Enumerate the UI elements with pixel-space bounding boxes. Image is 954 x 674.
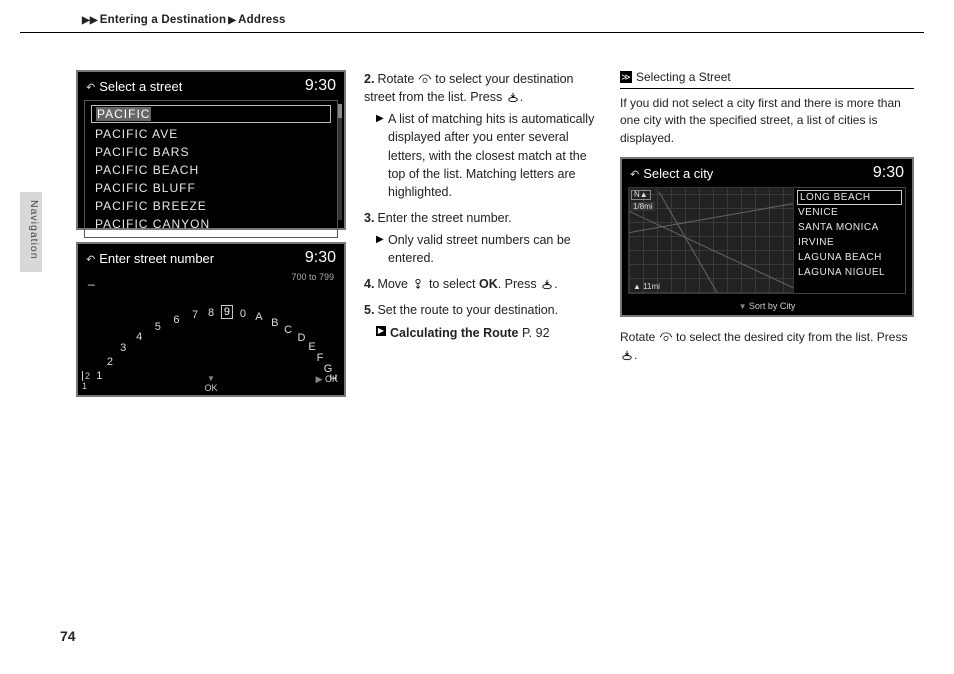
- dial-char: E: [308, 341, 315, 353]
- device2-hint: 700 to 799: [291, 272, 334, 282]
- dial-char: C: [284, 324, 292, 336]
- dial-char: 5: [155, 321, 161, 333]
- device3-title: Select a city: [643, 166, 713, 181]
- dial-char: A: [255, 311, 262, 323]
- device2-cursor: _: [88, 272, 95, 286]
- list-item: PACIFIC BARS: [85, 143, 337, 161]
- triangle-icon: ▶: [376, 233, 388, 267]
- list-item: VENICE: [794, 205, 905, 220]
- step-3-sub: Only valid street numbers can be entered…: [388, 231, 602, 267]
- dial-char: 4: [136, 331, 142, 343]
- device2-ok-bottom: OK: [204, 374, 217, 393]
- device2-left-ticks: 21: [82, 371, 90, 391]
- list-item: PACIFIC BLUFF: [85, 179, 337, 197]
- step-4: 4.Move to select OK. Press .: [364, 275, 602, 293]
- device3-map: N▲ 1/8mi ▲ 11mi: [628, 187, 794, 294]
- device2-clock: 9:30: [305, 249, 336, 267]
- breadcrumb-b: Address: [238, 14, 285, 26]
- device2-title: Enter street number: [99, 251, 214, 266]
- step-2: 2.Rotate to select your destination stre…: [364, 70, 602, 201]
- note-title: ≫ Selecting a Street: [620, 70, 914, 84]
- device2-dial: 1 2 3 4 5 6 7 8 9 0 A B C D E: [78, 303, 344, 381]
- step-5: 5.Set the route to your destination. ▶Ca…: [364, 301, 602, 341]
- press-dial-icon: [620, 349, 634, 361]
- dial-char: D: [297, 332, 305, 344]
- dial-char: 0: [240, 308, 246, 320]
- list-item: PACIFIC BEACH: [85, 161, 337, 179]
- dial-char: 2: [107, 356, 113, 368]
- back-icon: ↶: [86, 254, 95, 266]
- list-item: PACIFIC CANYON: [85, 215, 337, 233]
- device3-footer: Sort by City: [622, 300, 912, 315]
- note-footer: Rotate to select the desired city from t…: [620, 329, 914, 364]
- xref-icon: ▶: [376, 326, 386, 336]
- press-dial-icon: [506, 90, 520, 102]
- device-select-street: ↶ Select a street 9:30 PACIFIC PACIFIC AV…: [76, 70, 346, 230]
- list-item: PACIFIC AVE: [85, 125, 337, 143]
- step-2-sub: A list of matching hits is automatically…: [388, 110, 602, 201]
- scrollbar-icon: [338, 104, 342, 220]
- dial-char: 8: [208, 307, 214, 319]
- list-item: SANTA MONICA: [794, 220, 905, 235]
- list-item: PACIFIC BREEZE: [85, 197, 337, 215]
- back-icon: ↶: [86, 82, 95, 94]
- device-select-city: ↶ Select a city 9:30 N▲ 1/8mi ▲ 11mi: [620, 157, 914, 317]
- list-item: IRVINE: [794, 235, 905, 250]
- device3-clock: 9:30: [873, 164, 904, 182]
- step-3: 3.Enter the street number. ▶Only valid s…: [364, 209, 602, 267]
- dial-char-selected: 9: [221, 305, 233, 319]
- device2-ok-right: OK: [316, 374, 338, 385]
- breadcrumb-a: Entering a Destination: [100, 14, 226, 26]
- device3-list: LONG BEACH VENICE SANTA MONICA IRVINE LA…: [794, 187, 906, 294]
- steps-list: 2.Rotate to select your destination stre…: [364, 70, 602, 342]
- dial-char: F: [317, 352, 324, 364]
- dial-char: 1: [96, 370, 102, 381]
- device1-list: PACIFIC PACIFIC AVE PACIFIC BARS PACIFIC…: [84, 100, 338, 238]
- dial-char: 3: [120, 342, 126, 354]
- note-body: If you did not select a city first and t…: [620, 88, 914, 147]
- north-badge-icon: N▲: [631, 190, 651, 200]
- triangle-icon: ▶: [376, 112, 388, 201]
- dial-char: 6: [173, 314, 179, 326]
- list-item: LAGUNA NIGUEL: [794, 265, 905, 280]
- map-scale-bottom: ▲ 11mi: [633, 282, 660, 291]
- back-icon: ↶: [630, 169, 639, 181]
- dial-char: 7: [192, 309, 198, 321]
- device1-title: Select a street: [99, 79, 182, 94]
- list-item: LONG BEACH: [797, 190, 902, 205]
- note-tag-icon: ≫: [620, 71, 632, 83]
- rotate-dial-icon: [659, 331, 673, 343]
- list-item: LAGUNA BEACH: [794, 250, 905, 265]
- dial-char: B: [271, 317, 278, 329]
- device-enter-street-number: ↶ Enter street number 9:30 _ 700 to 799 1…: [76, 242, 346, 397]
- rotate-dial-icon: [418, 72, 432, 84]
- list-item: PACIFIC: [91, 105, 331, 123]
- map-scale-top: 1/8mi: [631, 202, 655, 211]
- side-tab-label: Navigation: [20, 200, 40, 260]
- move-dial-icon: [411, 277, 425, 289]
- press-dial-icon: [540, 277, 554, 289]
- page-number: 74: [60, 628, 76, 644]
- breadcrumb: ▶▶Entering a Destination▶Address: [20, 10, 924, 33]
- device1-clock: 9:30: [305, 77, 336, 95]
